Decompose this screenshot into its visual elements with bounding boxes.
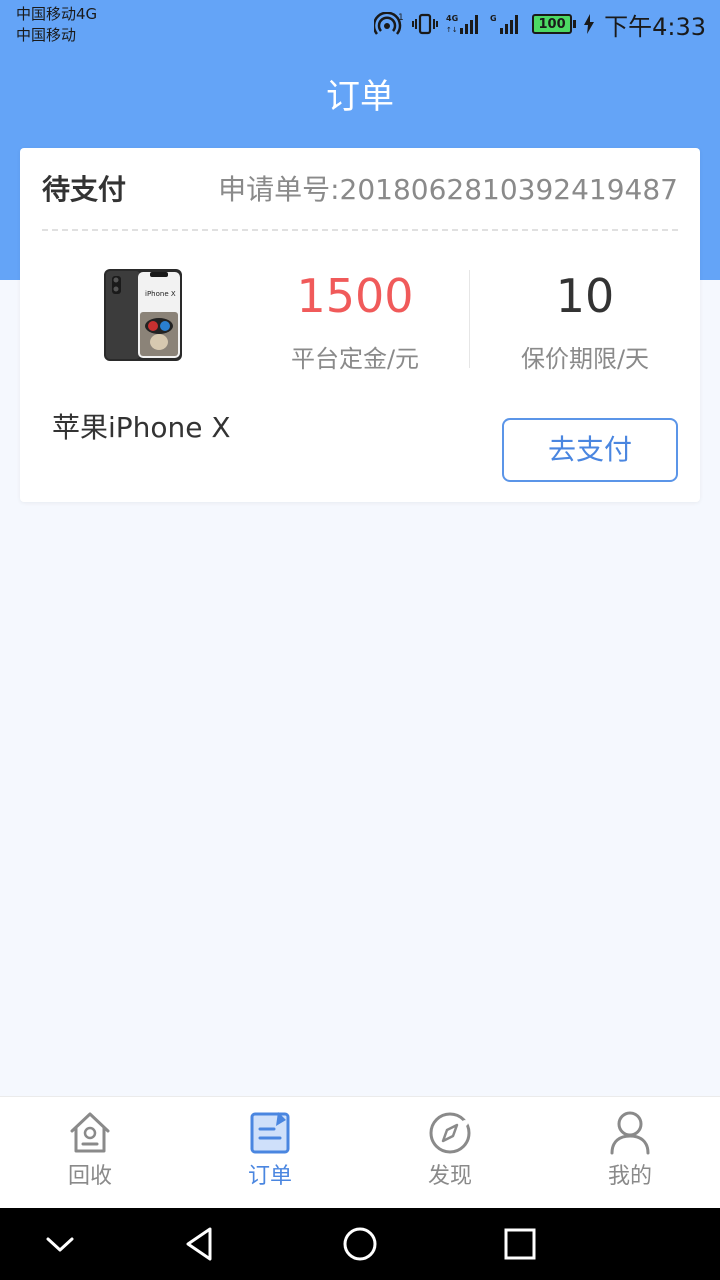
recents-icon[interactable] (500, 1224, 540, 1264)
status-time: 下午4:33 (604, 12, 706, 41)
tab-label: 我的 (607, 1164, 652, 1189)
tab-label: 订单 (247, 1164, 292, 1189)
tab-recycle[interactable]: 回收 (0, 1097, 180, 1209)
svg-text:↑↓: ↑↓ (446, 26, 458, 34)
home-circle-icon[interactable] (340, 1224, 380, 1264)
svg-text:G: G (490, 14, 497, 23)
compass-icon (429, 1112, 471, 1154)
battery-level: 100 (532, 14, 573, 34)
collapse-icon[interactable] (40, 1224, 80, 1264)
back-icon[interactable] (180, 1224, 220, 1264)
dashed-divider (42, 229, 678, 231)
product-name: 苹果iPhone X (52, 411, 231, 444)
deposit-value: 1500 (296, 269, 414, 323)
carrier-primary: 中国移动4G (16, 5, 98, 23)
page-title: 订单 (326, 77, 394, 117)
vertical-divider (469, 270, 470, 368)
tab-profile[interactable]: 我的 (540, 1097, 720, 1209)
order-status: 待支付 (42, 173, 127, 206)
vibrate-icon (412, 13, 439, 35)
g-signal-icon: G (490, 14, 519, 34)
tab-discover[interactable]: 发现 (360, 1097, 540, 1209)
order-card[interactable]: 待支付 申请单号:2018062810392419487 iPhone X 15… (20, 148, 700, 502)
svg-text:iPhone X: iPhone X (145, 290, 176, 298)
order-icon (250, 1112, 290, 1154)
product-image: iPhone X (104, 269, 182, 361)
user-icon (610, 1111, 650, 1155)
price-protection-label: 保价期限/天 (520, 345, 650, 373)
svg-text:4G: 4G (446, 14, 458, 23)
order-number: 申请单号:2018062810392419487 (218, 173, 678, 206)
battery-icon: 100 (532, 14, 577, 34)
4g-signal-icon: 4G ↑↓ (446, 14, 479, 34)
home-icon (70, 1112, 110, 1153)
deposit-label: 平台定金/元 (290, 345, 420, 373)
charging-icon (584, 14, 595, 34)
pay-button[interactable]: 去支付 (502, 418, 678, 482)
carrier-secondary: 中国移动 (16, 26, 77, 44)
tab-label: 发现 (427, 1164, 472, 1189)
svg-text:1: 1 (398, 13, 404, 23)
price-protection-value: 10 (555, 269, 615, 323)
hotspot-icon: 1 (374, 12, 404, 35)
status-bar: 中国移动4G 中国移动 1 4G ↑↓ G 100 下午4:33 (0, 0, 720, 50)
status-icons: 1 4G ↑↓ G 100 下午4:33 (374, 8, 706, 41)
bottom-tab-bar: 回收 订单 发现 我的 (0, 1096, 720, 1208)
navigation-bar (0, 1208, 720, 1280)
tab-label: 回收 (67, 1164, 112, 1189)
tab-orders[interactable]: 订单 (180, 1097, 360, 1209)
